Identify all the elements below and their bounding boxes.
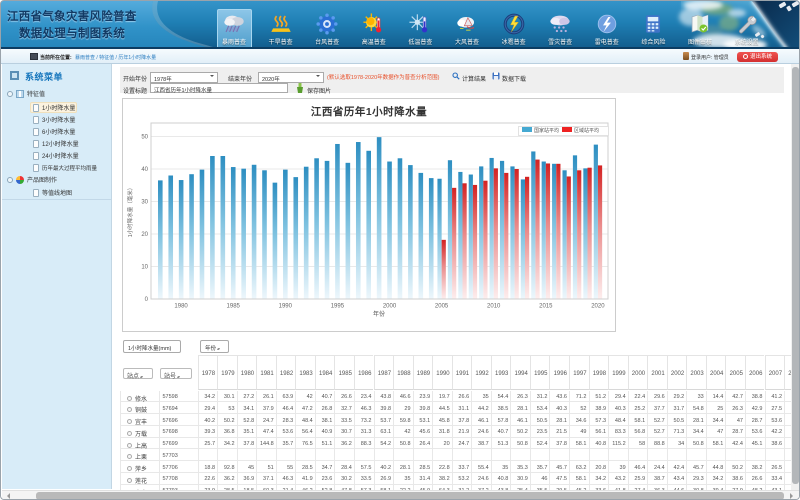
svg-text:1985: 1985: [227, 304, 241, 310]
svg-text:0: 0: [145, 297, 149, 303]
svg-text:2015: 2015: [539, 304, 553, 310]
svg-text:20: 20: [141, 232, 148, 238]
svg-text:2000: 2000: [383, 304, 397, 310]
svg-text:2005: 2005: [435, 304, 449, 310]
svg-text:1995: 1995: [331, 304, 345, 310]
svg-text:50: 50: [141, 135, 148, 141]
svg-text:1980: 1980: [174, 304, 188, 310]
svg-text:40: 40: [141, 167, 148, 173]
svg-text:2010: 2010: [487, 304, 501, 310]
svg-text:10: 10: [141, 265, 148, 271]
svg-text:1小时降水量（毫米）: 1小时降水量（毫米）: [126, 185, 134, 238]
svg-text:2020: 2020: [591, 304, 605, 310]
svg-text:年份: 年份: [373, 310, 385, 318]
svg-text:30: 30: [141, 200, 148, 206]
svg-text:1990: 1990: [279, 304, 293, 310]
